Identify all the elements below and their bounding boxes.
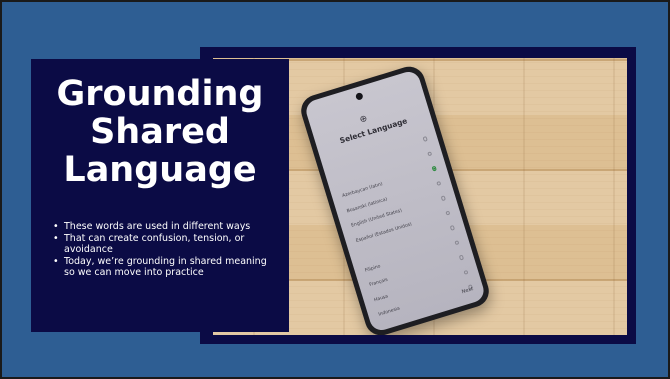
phone-screen: ⊕ Select Language Azerbaycan (latın) Bos…: [303, 68, 487, 334]
radio-icon: [458, 254, 464, 261]
radio-selected-icon: [431, 165, 437, 172]
camera-dot: [354, 91, 364, 101]
radio-icon: [440, 195, 446, 201]
radio-icon: [426, 150, 433, 157]
bullet-text: Today, we’re grounding in shared meaning…: [64, 255, 267, 279]
radio-icon: [462, 269, 469, 276]
radio-icon: [449, 224, 455, 231]
bullet-text: These words are used in different ways: [64, 221, 251, 232]
radio-icon: [453, 239, 460, 246]
bullet-dot-icon: •: [53, 232, 59, 244]
globe-icon: ⊕: [358, 113, 369, 126]
title-panel: Grounding Shared Language • These words a…: [31, 59, 289, 332]
bullet-text: That can create confusion, tension, or a…: [64, 232, 245, 256]
radio-icon: [422, 135, 428, 142]
language-label: Indonesia: [377, 306, 401, 318]
bullet-list: • These words are used in different ways …: [53, 221, 279, 279]
language-label: Hausa: [373, 293, 389, 303]
smartphone: ⊕ Select Language Azerbaycan (latın) Bos…: [297, 62, 493, 335]
language-label: Filipino: [364, 263, 382, 274]
slide-title: Grounding Shared Language: [56, 74, 264, 190]
bullet-dot-icon: •: [53, 221, 59, 232]
language-label: Français: [368, 277, 389, 289]
radio-icon: [435, 180, 442, 187]
bullet-item: • These words are used in different ways: [53, 221, 279, 233]
radio-icon: [444, 210, 451, 216]
language-list: Azerbaycan (latın) Bosanski (latinica) E…: [331, 131, 476, 323]
bullet-item: • Today, we’re grounding in shared meanin…: [53, 256, 279, 279]
bullet-dot-icon: •: [53, 255, 59, 267]
bullet-item: • That can create confusion, tension, or …: [53, 233, 279, 256]
slide: ⊕ Select Language Azerbaycan (latın) Bos…: [0, 0, 670, 379]
